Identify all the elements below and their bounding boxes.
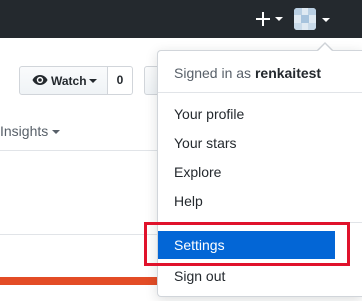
tab-insights[interactable]: Insights (0, 123, 61, 139)
menu-item-explore[interactable]: Explore (158, 159, 362, 185)
caret-down-icon (52, 130, 61, 135)
watch-count[interactable]: 0 (107, 66, 133, 95)
user-dropdown-menu: Signed in as renkaitest Your profile You… (157, 50, 362, 297)
menu-item-settings[interactable]: Settings (158, 231, 335, 259)
watch-label: Watch (51, 74, 87, 88)
caret-down-icon (275, 17, 283, 21)
caret-down-icon (322, 18, 330, 22)
create-new-button[interactable] (252, 8, 284, 30)
caret-down-icon (89, 79, 97, 83)
signed-in-prefix: Signed in as (174, 65, 252, 81)
signed-in-username: renkaitest (254, 65, 322, 81)
menu-item-your-stars[interactable]: Your stars (158, 130, 362, 156)
avatar (294, 8, 316, 30)
top-header (0, 0, 362, 38)
watch-button[interactable]: Watch (19, 66, 108, 95)
plus-icon (256, 12, 270, 26)
tab-insights-label: Insights (0, 123, 49, 139)
menu-divider (158, 222, 362, 223)
signed-in-header: Signed in as renkaitest (158, 51, 362, 93)
user-menu-button[interactable] (294, 8, 334, 32)
dropdown-pointer-fill (318, 44, 332, 51)
menu-item-sign-out[interactable]: Sign out (158, 263, 362, 289)
menu-item-help[interactable]: Help (158, 188, 362, 214)
eye-icon (32, 75, 48, 85)
menu-item-your-profile[interactable]: Your profile (158, 101, 362, 127)
